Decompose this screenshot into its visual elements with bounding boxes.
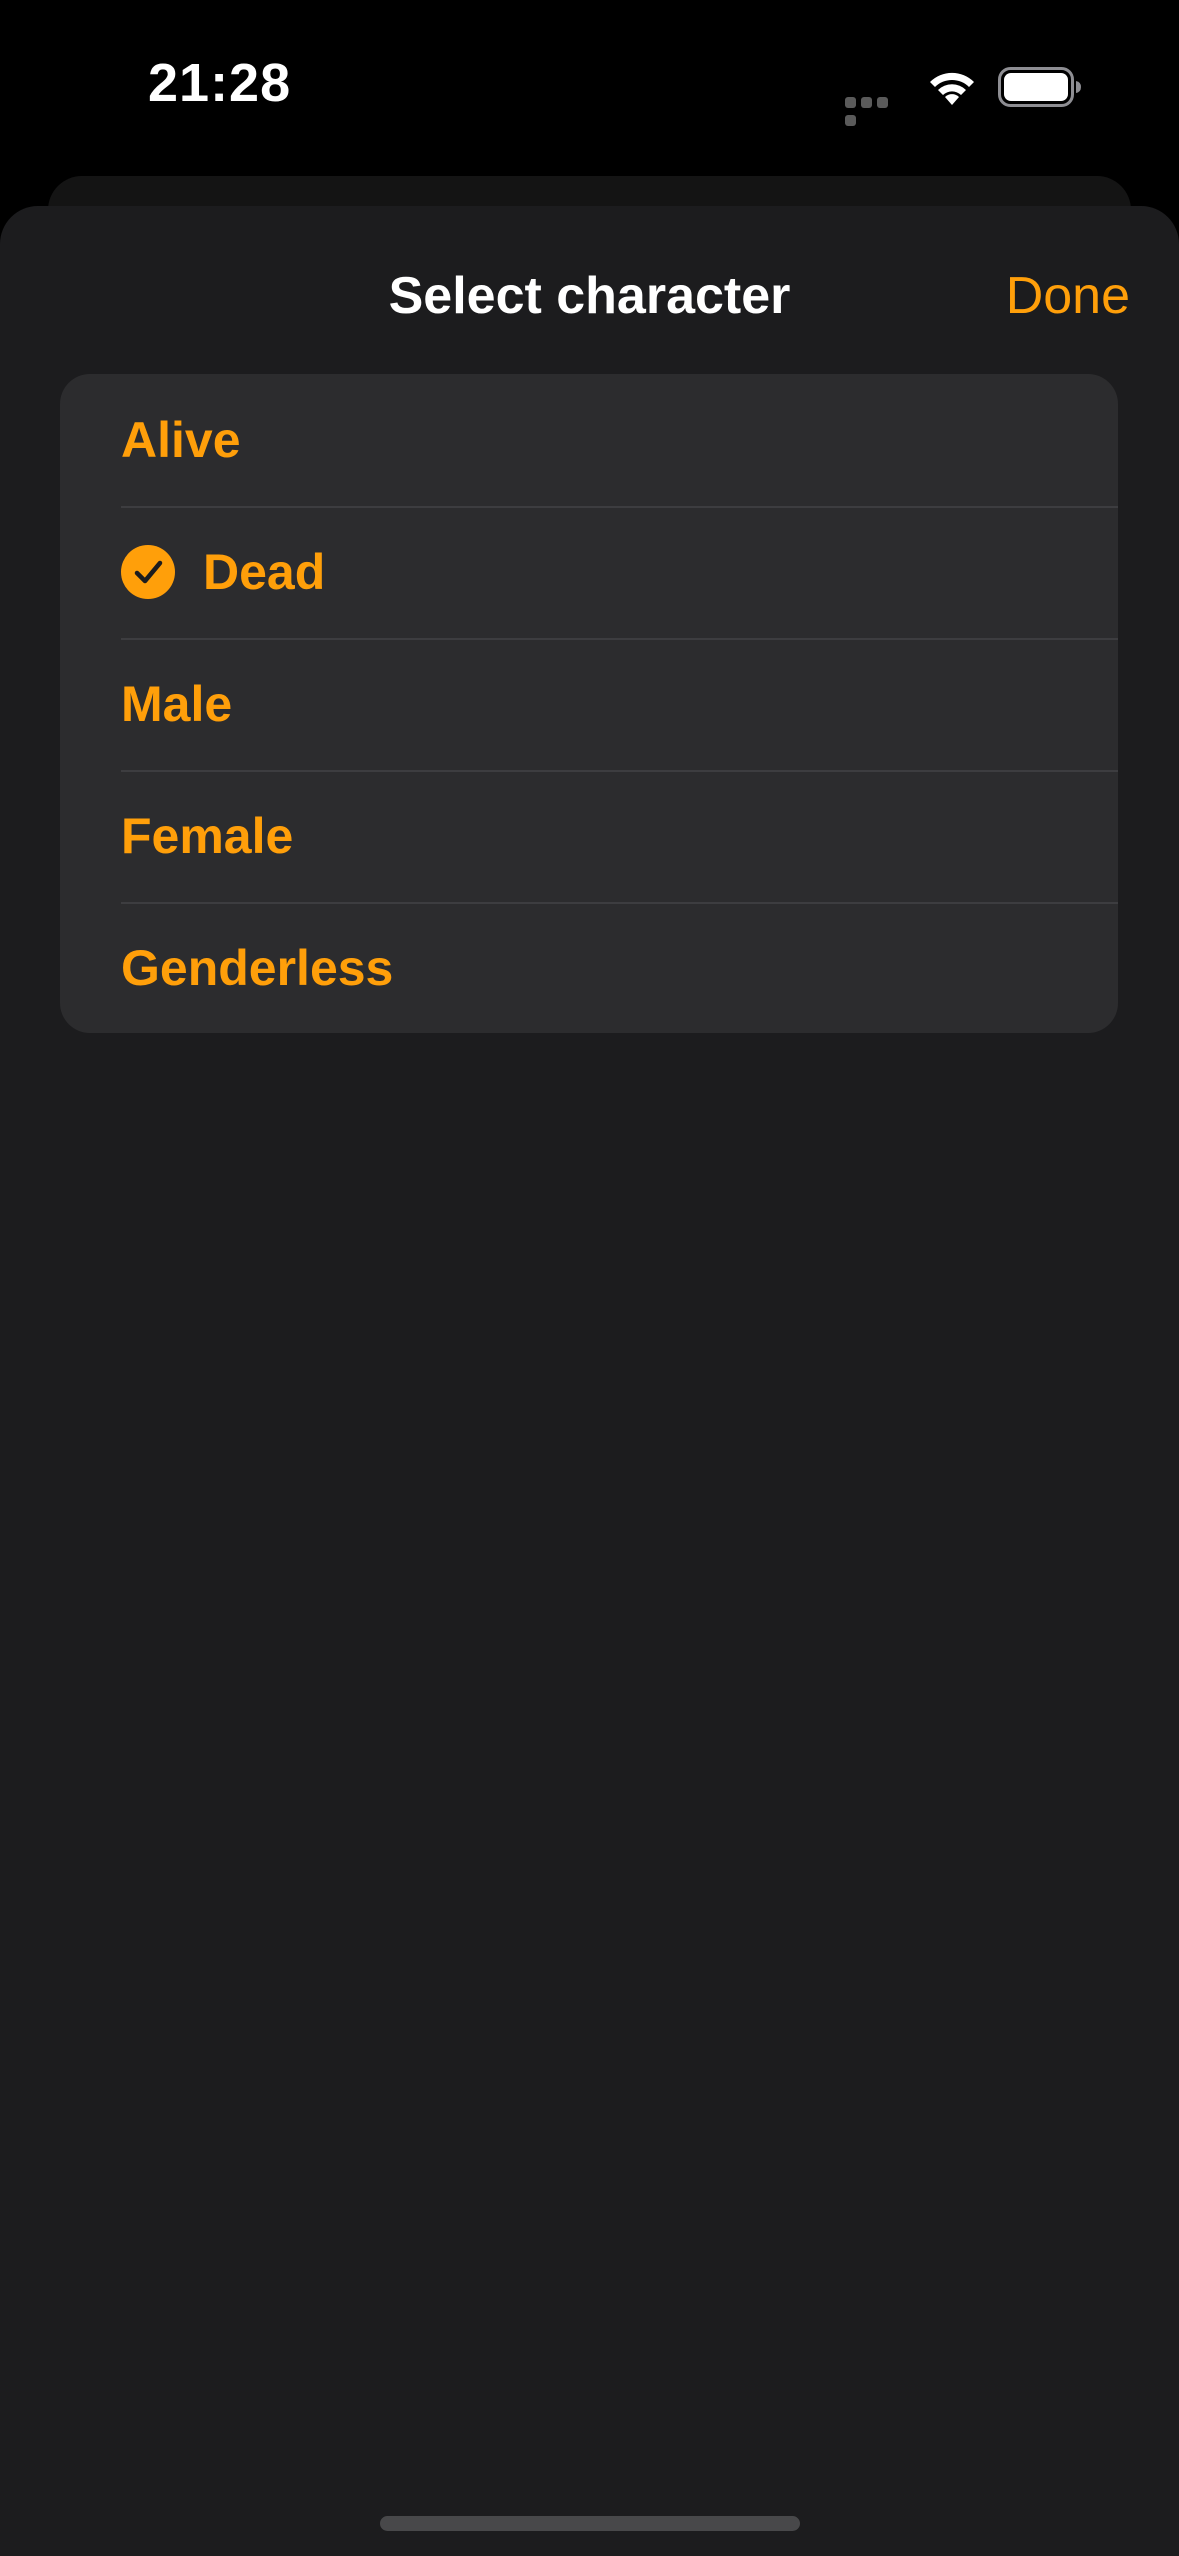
option-alive[interactable]: Alive: [60, 374, 1118, 506]
done-button[interactable]: Done: [1006, 266, 1130, 326]
status-time: 21:28: [148, 53, 292, 113]
option-female[interactable]: Female: [60, 770, 1118, 902]
option-label: Genderless: [121, 940, 394, 996]
option-male[interactable]: Male: [60, 638, 1118, 770]
checkmark-circle-icon: [121, 545, 175, 599]
option-genderless[interactable]: Genderless: [60, 902, 1118, 1033]
select-character-sheet: Select character Done Alive Dead Male Fe…: [0, 206, 1179, 2556]
wifi-icon: [930, 72, 974, 105]
battery-icon: [998, 67, 1081, 107]
cellular-signal-icon: [845, 95, 905, 126]
option-label: Female: [121, 808, 294, 864]
home-indicator[interactable]: [380, 2516, 800, 2531]
sheet-title: Select character: [388, 267, 791, 325]
option-dead[interactable]: Dead: [60, 506, 1118, 638]
option-label: Alive: [121, 412, 241, 468]
options-list: Alive Dead Male Female Genderless: [60, 374, 1118, 1033]
status-bar: 21:28: [0, 0, 1179, 175]
option-label: Male: [121, 676, 233, 732]
option-label: Dead: [203, 544, 326, 600]
screen: 21:28 Select character Done Alive Dead M…: [0, 0, 1179, 2556]
